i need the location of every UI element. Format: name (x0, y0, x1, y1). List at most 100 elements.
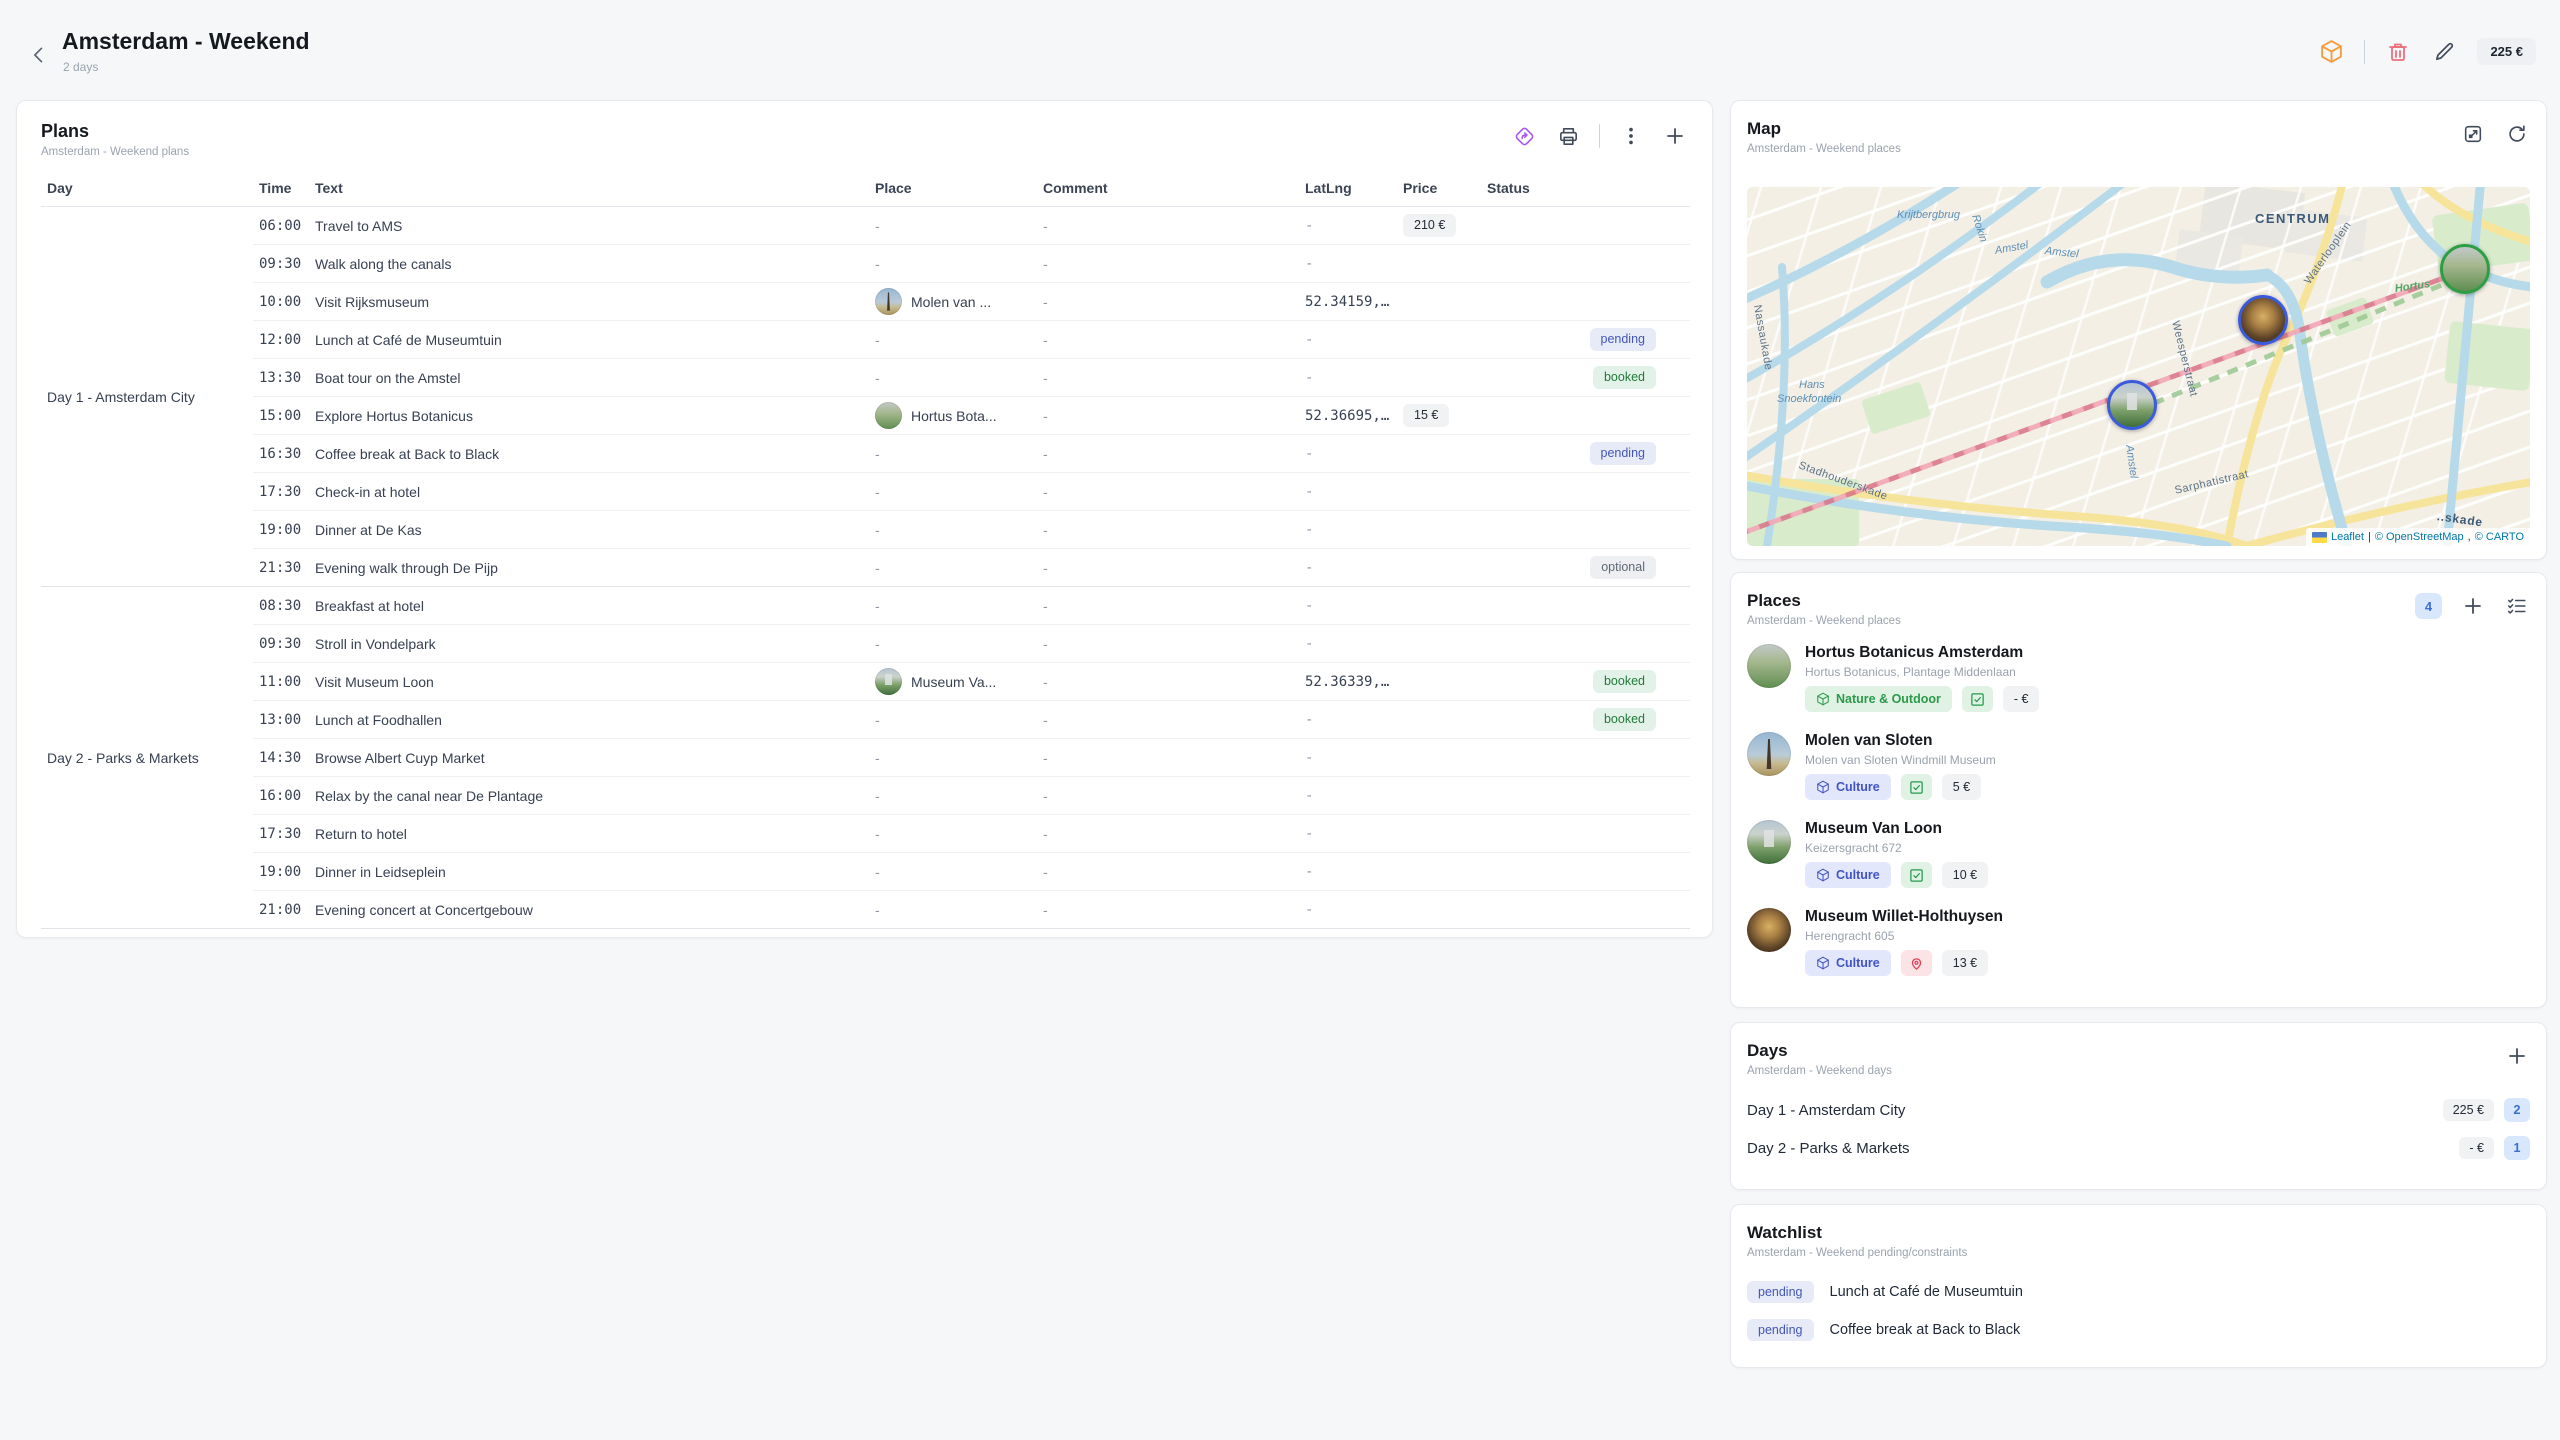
days-title: Days (1747, 1041, 2530, 1061)
back-button[interactable] (24, 40, 54, 70)
empty-dash: - (1305, 864, 1313, 880)
package-icon[interactable] (2318, 39, 2344, 65)
empty-dash: - (1305, 750, 1313, 766)
place-address: Keizersgracht 672 (1805, 841, 1988, 855)
plan-status: booked (1481, 701, 1690, 739)
plan-row[interactable]: 17:30Check-in at hotel--- (41, 473, 1690, 511)
watchlist-text: Lunch at Café de Museumtuin (1830, 1284, 2023, 1300)
plans-table-body: Day 1 - Amsterdam City06:00Travel to AMS… (41, 207, 1690, 929)
watchlist-item[interactable]: pendingCoffee break at Back to Black (1731, 1311, 2546, 1349)
cube-icon (1816, 956, 1830, 970)
empty-dash: - (1043, 636, 1048, 652)
plan-row[interactable]: 12:00Lunch at Café de Museumtuin---pendi… (41, 321, 1690, 359)
plan-row[interactable]: 21:00Evening concert at Concertgebouw--- (41, 891, 1690, 929)
plan-row[interactable]: 19:00Dinner at De Kas--- (41, 511, 1690, 549)
status-badge: optional (1590, 556, 1656, 579)
empty-dash: - (1043, 560, 1048, 576)
day-list-item[interactable]: Day 2 - Parks & Markets- €1 (1731, 1129, 2546, 1167)
empty-dash: - (1043, 256, 1048, 272)
plan-time: 13:00 (253, 701, 309, 739)
plan-status (1481, 473, 1690, 511)
plan-row[interactable]: 19:00Dinner in Leidseplein--- (41, 853, 1690, 891)
place-list-item[interactable]: Museum Willet-HolthuysenHerengracht 605C… (1731, 897, 2546, 985)
plan-row[interactable]: 21:30Evening walk through De Pijp---opti… (41, 549, 1690, 587)
place-avatar (1747, 732, 1791, 776)
plan-time: 12:00 (253, 321, 309, 359)
day-list-item[interactable]: Day 1 - Amsterdam City225 €2 (1731, 1091, 2546, 1129)
add-plan-button[interactable] (1662, 123, 1688, 149)
plan-time: 11:00 (253, 663, 309, 701)
map-place-marker[interactable] (2440, 244, 2490, 294)
plan-row[interactable]: 09:30Walk along the canals--- (41, 245, 1690, 283)
cube-icon (1816, 692, 1830, 706)
plan-text: Return to hotel (309, 815, 869, 853)
empty-dash: - (1043, 902, 1048, 918)
checklist-icon[interactable] (2504, 593, 2530, 619)
fullscreen-icon[interactable] (2460, 121, 2486, 147)
plan-latlng: - (1299, 359, 1397, 397)
col-comment: Comment (1037, 168, 1299, 207)
visited-check-chip (1901, 862, 1932, 888)
plan-row[interactable]: 16:00Relax by the canal near De Plantage… (41, 777, 1690, 815)
add-place-button[interactable] (2460, 593, 2486, 619)
print-icon[interactable] (1555, 123, 1581, 149)
plan-row[interactable]: 17:30Return to hotel--- (41, 815, 1690, 853)
plan-latlng: - (1299, 891, 1397, 929)
osm-link[interactable]: © OpenStreetMap (2375, 531, 2464, 543)
trash-icon[interactable] (2385, 39, 2411, 65)
plan-place: - (869, 549, 1037, 587)
place-name-truncated: Hortus Bota... (911, 408, 997, 424)
places-list: Hortus Botanicus AmsterdamHortus Botanic… (1731, 633, 2546, 985)
refresh-icon[interactable] (2504, 121, 2530, 147)
plan-row[interactable]: 11:00Visit Museum LoonMuseum Va...-52.36… (41, 663, 1690, 701)
plan-status (1481, 891, 1690, 929)
plan-row[interactable]: 15:00Explore Hortus BotanicusHortus Bota… (41, 397, 1690, 435)
plan-time: 16:00 (253, 777, 309, 815)
plan-place: - (869, 245, 1037, 283)
plan-latlng: - (1299, 511, 1397, 549)
place-list-item[interactable]: Hortus Botanicus AmsterdamHortus Botanic… (1731, 633, 2546, 721)
place-avatar (1747, 820, 1791, 864)
plan-time: 09:30 (253, 245, 309, 283)
plan-price (1397, 701, 1481, 739)
plan-row[interactable]: 13:00Lunch at Foodhallen---booked (41, 701, 1690, 739)
plan-latlng: 52.36695,… (1299, 397, 1397, 435)
place-price-chip: 13 € (1942, 950, 1988, 976)
carto-link[interactable]: © CARTO (2475, 531, 2524, 543)
plan-comment: - (1037, 207, 1299, 245)
place-list-item[interactable]: Museum Van LoonKeizersgracht 672Culture1… (1731, 809, 2546, 897)
add-day-button[interactable] (2504, 1043, 2530, 1069)
plan-status (1481, 397, 1690, 435)
leaflet-link[interactable]: Leaflet (2331, 531, 2364, 543)
plan-row[interactable]: Day 1 - Amsterdam City06:00Travel to AMS… (41, 207, 1690, 245)
edit-icon[interactable] (2431, 39, 2457, 65)
plan-row[interactable]: 09:30Stroll in Vondelpark--- (41, 625, 1690, 663)
place-chips: Culture13 € (1805, 950, 2003, 976)
empty-dash: - (875, 256, 880, 272)
plan-comment: - (1037, 777, 1299, 815)
route-icon[interactable] (1511, 123, 1537, 149)
plan-price (1397, 359, 1481, 397)
place-avatar (1747, 644, 1791, 688)
kebab-menu-icon[interactable] (1618, 123, 1644, 149)
plan-price (1397, 663, 1481, 701)
plan-row[interactable]: Day 2 - Parks & Markets08:30Breakfast at… (41, 587, 1690, 625)
plan-place-content: Museum Va... (875, 668, 1031, 695)
map-place-marker[interactable] (2238, 295, 2288, 345)
plan-status: pending (1481, 435, 1690, 473)
map-pin-icon (1909, 956, 1924, 971)
map-canvas[interactable]: KrijtbergbrugRokinAmstelAmstelCENTRUMWat… (1747, 187, 2530, 546)
plan-row[interactable]: 13:30Boat tour on the Amstel---booked (41, 359, 1690, 397)
watchlist-item[interactable]: pendingLunch at Café de Museumtuin (1731, 1273, 2546, 1311)
map-place-marker[interactable] (2107, 380, 2157, 430)
place-list-item[interactable]: Molen van SlotenMolen van Sloten Windmil… (1731, 721, 2546, 809)
plan-status: booked (1481, 359, 1690, 397)
empty-dash: - (1305, 636, 1313, 652)
plan-row[interactable]: 16:30Coffee break at Back to Black---pen… (41, 435, 1690, 473)
plan-row[interactable]: 14:30Browse Albert Cuyp Market--- (41, 739, 1690, 777)
empty-dash: - (1043, 788, 1048, 804)
plan-latlng: - (1299, 207, 1397, 245)
attribution-comma: , (2468, 531, 2471, 543)
plan-row[interactable]: 10:00Visit RijksmuseumMolen van ...-52.3… (41, 283, 1690, 321)
place-name: Hortus Botanicus Amsterdam (1805, 644, 2039, 662)
